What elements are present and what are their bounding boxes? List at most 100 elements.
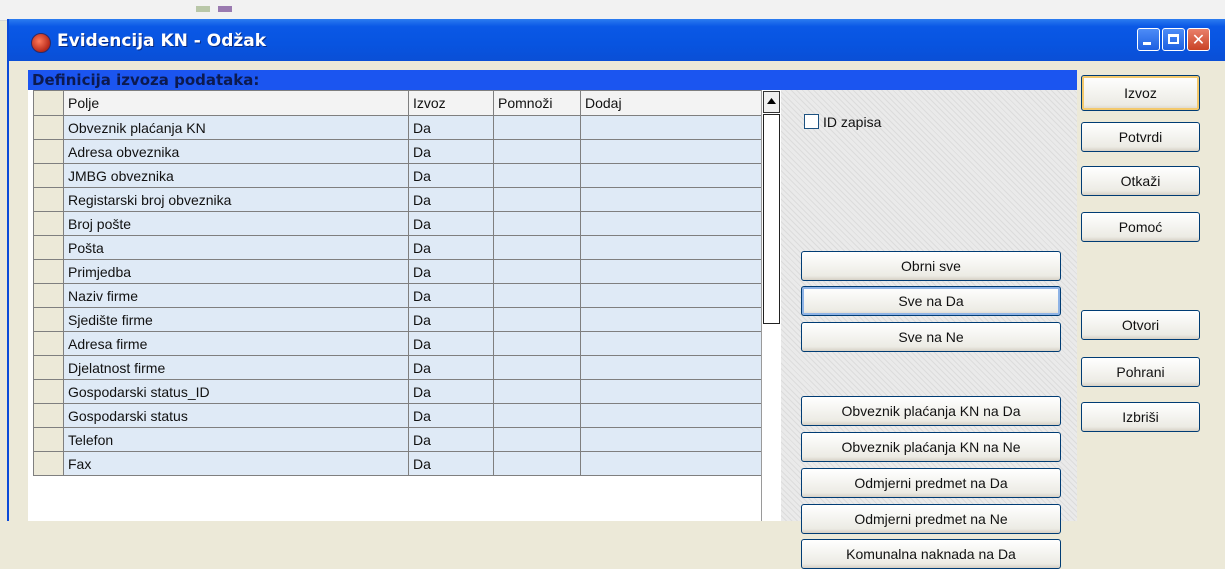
- table-row[interactable]: Registarski broj obveznika Da: [33, 187, 762, 212]
- cell-polje[interactable]: Obveznik plaćanja KN: [63, 115, 409, 140]
- row-selector[interactable]: [33, 283, 64, 308]
- cell-dodaj[interactable]: [580, 139, 762, 164]
- table-row[interactable]: Broj pošte Da: [33, 211, 762, 236]
- minimize-button[interactable]: [1137, 28, 1160, 51]
- cell-izvoz[interactable]: Da: [408, 451, 494, 476]
- id-zapisa-checkbox[interactable]: ID zapisa: [804, 114, 881, 130]
- cell-polje[interactable]: Sjedište firme: [63, 307, 409, 332]
- cell-pomnozi[interactable]: [493, 163, 581, 188]
- cell-polje[interactable]: Gospodarski status_ID: [63, 379, 409, 404]
- cell-pomnozi[interactable]: [493, 115, 581, 140]
- row-selector[interactable]: [33, 163, 64, 188]
- cell-izvoz[interactable]: Da: [408, 331, 494, 356]
- title-bar[interactable]: Evidencija KN - Odžak ✕: [9, 19, 1225, 61]
- row-selector[interactable]: [33, 379, 64, 404]
- cell-dodaj[interactable]: [580, 331, 762, 356]
- cell-pomnozi[interactable]: [493, 235, 581, 260]
- scroll-up-button[interactable]: [763, 91, 780, 113]
- table-row[interactable]: Gospodarski status_ID Da: [33, 379, 762, 404]
- cell-pomnozi[interactable]: [493, 403, 581, 428]
- scroll-thumb[interactable]: [763, 114, 780, 324]
- obveznik-na-ne-button[interactable]: Obveznik plaćanja KN na Ne: [801, 432, 1061, 462]
- table-row[interactable]: Pošta Da: [33, 235, 762, 260]
- cell-dodaj[interactable]: [580, 355, 762, 380]
- cell-pomnozi[interactable]: [493, 427, 581, 452]
- row-selector-header[interactable]: [33, 90, 64, 116]
- cell-izvoz[interactable]: Da: [408, 379, 494, 404]
- table-row[interactable]: Sjedište firme Da: [33, 307, 762, 332]
- cell-dodaj[interactable]: [580, 187, 762, 212]
- cell-pomnozi[interactable]: [493, 187, 581, 212]
- column-header-dodaj[interactable]: Dodaj: [580, 90, 762, 116]
- cell-polje[interactable]: Adresa obveznika: [63, 139, 409, 164]
- cell-dodaj[interactable]: [580, 235, 762, 260]
- cell-dodaj[interactable]: [580, 403, 762, 428]
- table-row[interactable]: Gospodarski status Da: [33, 403, 762, 428]
- cell-polje[interactable]: Gospodarski status: [63, 403, 409, 428]
- cell-polje[interactable]: Fax: [63, 451, 409, 476]
- cell-polje[interactable]: Djelatnost firme: [63, 355, 409, 380]
- izbrisi-button[interactable]: Izbriši: [1081, 402, 1200, 432]
- cell-pomnozi[interactable]: [493, 355, 581, 380]
- cell-izvoz[interactable]: Da: [408, 163, 494, 188]
- cell-dodaj[interactable]: [580, 283, 762, 308]
- odmjerni-predmet-na-ne-button[interactable]: Odmjerni predmet na Ne: [801, 504, 1061, 534]
- cell-izvoz[interactable]: Da: [408, 139, 494, 164]
- cell-polje[interactable]: Registarski broj obveznika: [63, 187, 409, 212]
- cell-dodaj[interactable]: [580, 307, 762, 332]
- row-selector[interactable]: [33, 427, 64, 452]
- komunalna-naknada-na-da-button[interactable]: Komunalna naknada na Da: [801, 539, 1061, 569]
- cell-pomnozi[interactable]: [493, 283, 581, 308]
- vertical-scrollbar[interactable]: [761, 90, 781, 521]
- odmjerni-predmet-na-da-button[interactable]: Odmjerni predmet na Da: [801, 468, 1061, 498]
- cell-dodaj[interactable]: [580, 427, 762, 452]
- row-selector[interactable]: [33, 307, 64, 332]
- cell-dodaj[interactable]: [580, 379, 762, 404]
- row-selector[interactable]: [33, 115, 64, 140]
- cell-izvoz[interactable]: Da: [408, 403, 494, 428]
- potvrdi-button[interactable]: Potvrdi: [1081, 122, 1200, 152]
- column-header-izvoz[interactable]: Izvoz: [408, 90, 494, 116]
- cell-polje[interactable]: Adresa firme: [63, 331, 409, 356]
- maximize-button[interactable]: [1162, 28, 1185, 51]
- cell-polje[interactable]: Pošta: [63, 235, 409, 260]
- table-row[interactable]: Telefon Da: [33, 427, 762, 452]
- cell-izvoz[interactable]: Da: [408, 427, 494, 452]
- obveznik-na-da-button[interactable]: Obveznik plaćanja KN na Da: [801, 396, 1061, 426]
- cell-izvoz[interactable]: Da: [408, 235, 494, 260]
- cell-izvoz[interactable]: Da: [408, 259, 494, 284]
- cell-dodaj[interactable]: [580, 163, 762, 188]
- row-selector[interactable]: [33, 235, 64, 260]
- cell-polje[interactable]: Primjedba: [63, 259, 409, 284]
- app-globe-icon[interactable]: [31, 33, 51, 53]
- obrni-sve-button[interactable]: Obrni sve: [801, 251, 1061, 281]
- pomoc-button[interactable]: Pomoć: [1081, 212, 1200, 242]
- table-row[interactable]: Fax Da: [33, 451, 762, 476]
- pohrani-button[interactable]: Pohrani: [1081, 357, 1200, 387]
- table-row[interactable]: Adresa obveznika Da: [33, 139, 762, 164]
- otvori-button[interactable]: Otvori: [1081, 310, 1200, 340]
- cell-izvoz[interactable]: Da: [408, 283, 494, 308]
- table-row[interactable]: Primjedba Da: [33, 259, 762, 284]
- cell-izvoz[interactable]: Da: [408, 187, 494, 212]
- cell-polje[interactable]: Naziv firme: [63, 283, 409, 308]
- row-selector[interactable]: [33, 187, 64, 212]
- export-fields-table[interactable]: Polje Izvoz Pomnoži Dodaj Obveznik plaća…: [33, 90, 762, 476]
- close-button[interactable]: ✕: [1187, 28, 1210, 51]
- row-selector[interactable]: [33, 451, 64, 476]
- checkbox-box[interactable]: [804, 114, 819, 129]
- cell-polje[interactable]: JMBG obveznika: [63, 163, 409, 188]
- cell-pomnozi[interactable]: [493, 259, 581, 284]
- cell-izvoz[interactable]: Da: [408, 355, 494, 380]
- row-selector[interactable]: [33, 139, 64, 164]
- cell-dodaj[interactable]: [580, 259, 762, 284]
- cell-pomnozi[interactable]: [493, 451, 581, 476]
- row-selector[interactable]: [33, 355, 64, 380]
- sve-na-ne-button[interactable]: Sve na Ne: [801, 322, 1061, 352]
- table-row[interactable]: Adresa firme Da: [33, 331, 762, 356]
- column-header-polje[interactable]: Polje: [63, 90, 409, 116]
- cell-polje[interactable]: Telefon: [63, 427, 409, 452]
- table-row[interactable]: Naziv firme Da: [33, 283, 762, 308]
- cell-pomnozi[interactable]: [493, 307, 581, 332]
- cell-izvoz[interactable]: Da: [408, 307, 494, 332]
